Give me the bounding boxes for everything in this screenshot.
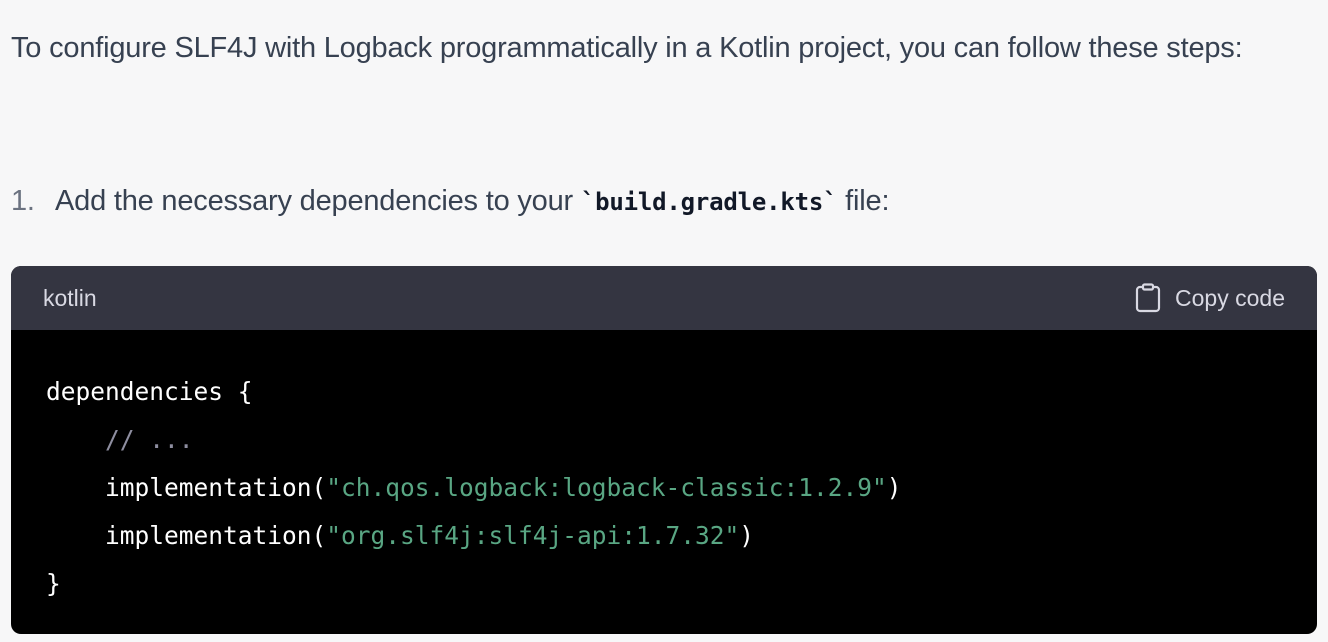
code-line: implementation("ch.qos.logback:logback-c…: [46, 464, 1282, 512]
code-line: implementation("org.slf4j:slf4j-api:1.7.…: [46, 512, 1282, 560]
code-line: }: [46, 560, 1282, 608]
copy-code-button[interactable]: Copy code: [1135, 283, 1285, 313]
code-token: ): [739, 521, 755, 550]
code-token: }: [46, 569, 61, 598]
code-language-label: kotlin: [43, 284, 97, 311]
intro-paragraph: To configure SLF4J with Logback programm…: [11, 32, 1243, 64]
step-text-after: file:: [837, 185, 890, 217]
code-block-header: kotlin Copy code: [11, 266, 1317, 330]
code-token: implementation(: [105, 521, 327, 550]
copy-code-label: Copy code: [1175, 284, 1285, 311]
chat-message: To configure SLF4J with Logback programm…: [0, 0, 1328, 642]
code-content: dependencies { // ... implementation("ch…: [11, 330, 1317, 608]
code-comment: // ...: [105, 425, 194, 454]
code-string: "org.slf4j:slf4j-api:1.7.32": [326, 521, 740, 550]
clipboard-icon: [1135, 283, 1161, 313]
inline-code-filename: `build.gradle.kts`: [580, 188, 838, 216]
code-line: dependencies {: [46, 368, 1282, 416]
code-token: implementation(: [105, 473, 327, 502]
list-item-step-1: 1. Add the necessary dependencies to your…: [11, 173, 890, 230]
list-item-number: 1.: [11, 185, 35, 217]
code-token: ): [886, 473, 902, 502]
step-text-before: Add the necessary dependencies to your: [55, 185, 581, 217]
code-string: "ch.qos.logback:logback-classic:1.2.9": [326, 473, 887, 502]
code-line: // ...: [46, 416, 1282, 464]
code-token: dependencies {: [46, 377, 253, 406]
code-block: kotlin Copy code dependencies { // ... i…: [11, 266, 1317, 634]
